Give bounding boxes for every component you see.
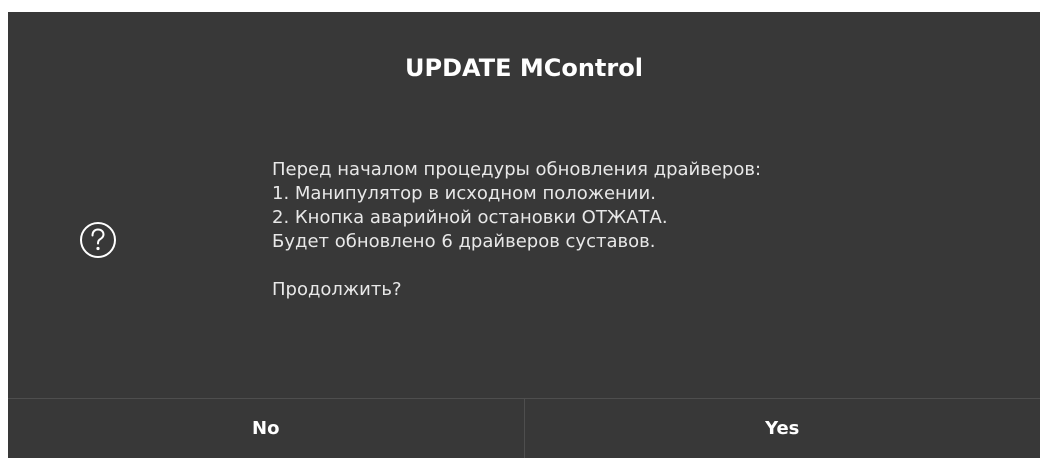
dialog-title: UPDATE MControl [8, 12, 1040, 124]
update-dialog: UPDATE MControl Перед началом процедуры … [8, 12, 1040, 457]
dialog-actions: No Yes [8, 398, 1040, 458]
message-line-3: 2. Кнопка аварийной остановки ОТЖАТА. [272, 206, 1012, 230]
message-spacer [272, 254, 1012, 278]
question-circle-icon-svg [78, 220, 118, 260]
message-line-4: Будет обновлено 6 драйверов суставов. [272, 230, 1012, 254]
dialog-message: Перед началом процедуры обновления драйв… [272, 158, 1012, 302]
yes-button[interactable]: Yes [524, 399, 1040, 458]
question-circle-icon [78, 220, 118, 260]
message-line-5: Продолжить? [272, 278, 1012, 302]
no-button[interactable]: No [8, 399, 524, 458]
message-line-1: Перед началом процедуры обновления драйв… [272, 158, 1012, 182]
message-line-2: 1. Манипулятор в исходном положении. [272, 182, 1012, 206]
